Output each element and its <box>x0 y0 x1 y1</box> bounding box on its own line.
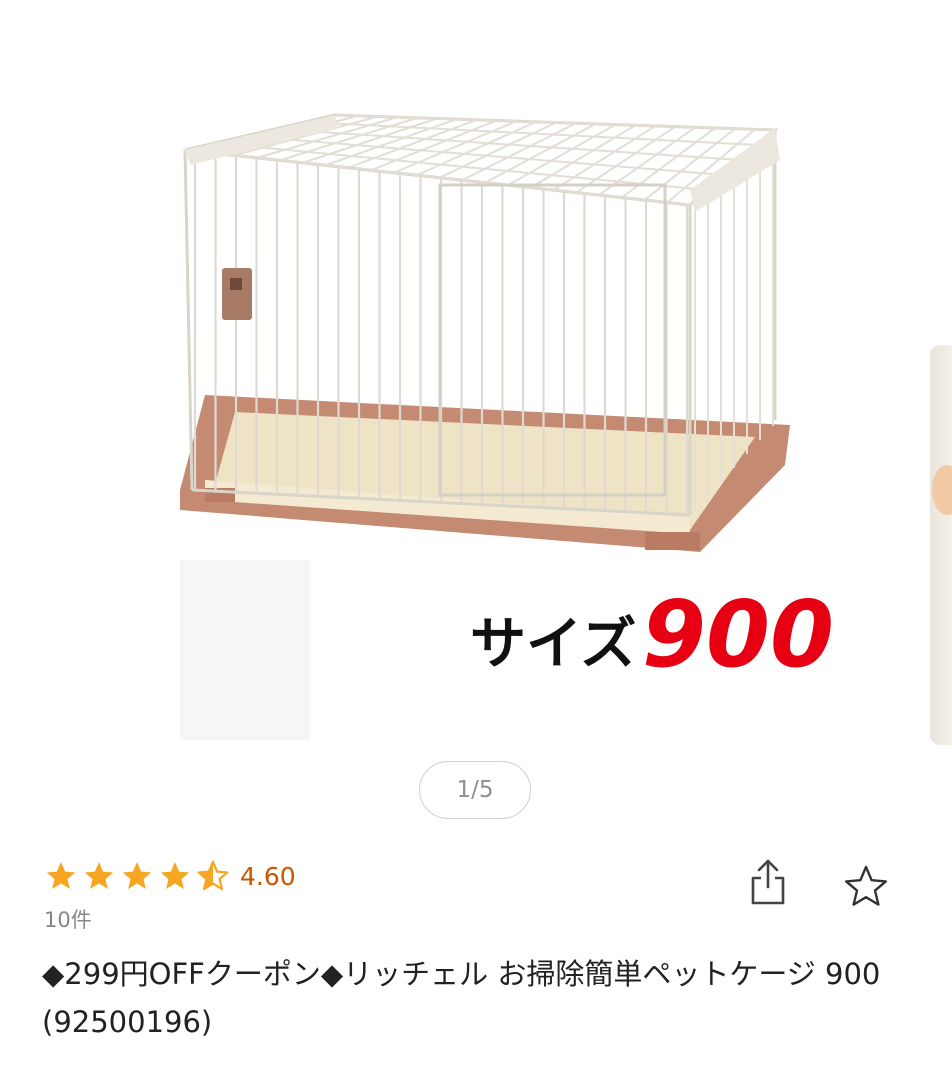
star-full-icon <box>46 861 76 890</box>
share-button[interactable] <box>740 852 796 912</box>
rating-value: 4.60 <box>240 861 296 891</box>
product-image[interactable]: サイズ 900 <box>0 0 930 760</box>
star-half-icon <box>197 860 229 891</box>
rating[interactable]: 4.60 <box>44 856 296 896</box>
next-image-preview[interactable] <box>930 345 952 745</box>
favorite-button[interactable] <box>836 856 896 916</box>
share-icon <box>751 859 785 905</box>
image-gallery[interactable]: サイズ 900 <box>0 0 952 760</box>
star-full-icon <box>84 861 114 890</box>
overlay-label: サイズ <box>470 612 636 677</box>
product-title: ◆299円OFFクーポン◆リッチェル お掃除簡単ペットケージ 900 (9250… <box>42 957 881 1039</box>
star-outline-icon <box>845 865 887 906</box>
review-count[interactable]: 10件 <box>44 904 92 934</box>
rating-stars <box>44 859 230 893</box>
image-counter: 1/5 <box>419 761 531 819</box>
star-full-icon <box>160 861 190 890</box>
overlay-value: 900 <box>642 581 834 688</box>
star-full-icon <box>122 861 152 890</box>
